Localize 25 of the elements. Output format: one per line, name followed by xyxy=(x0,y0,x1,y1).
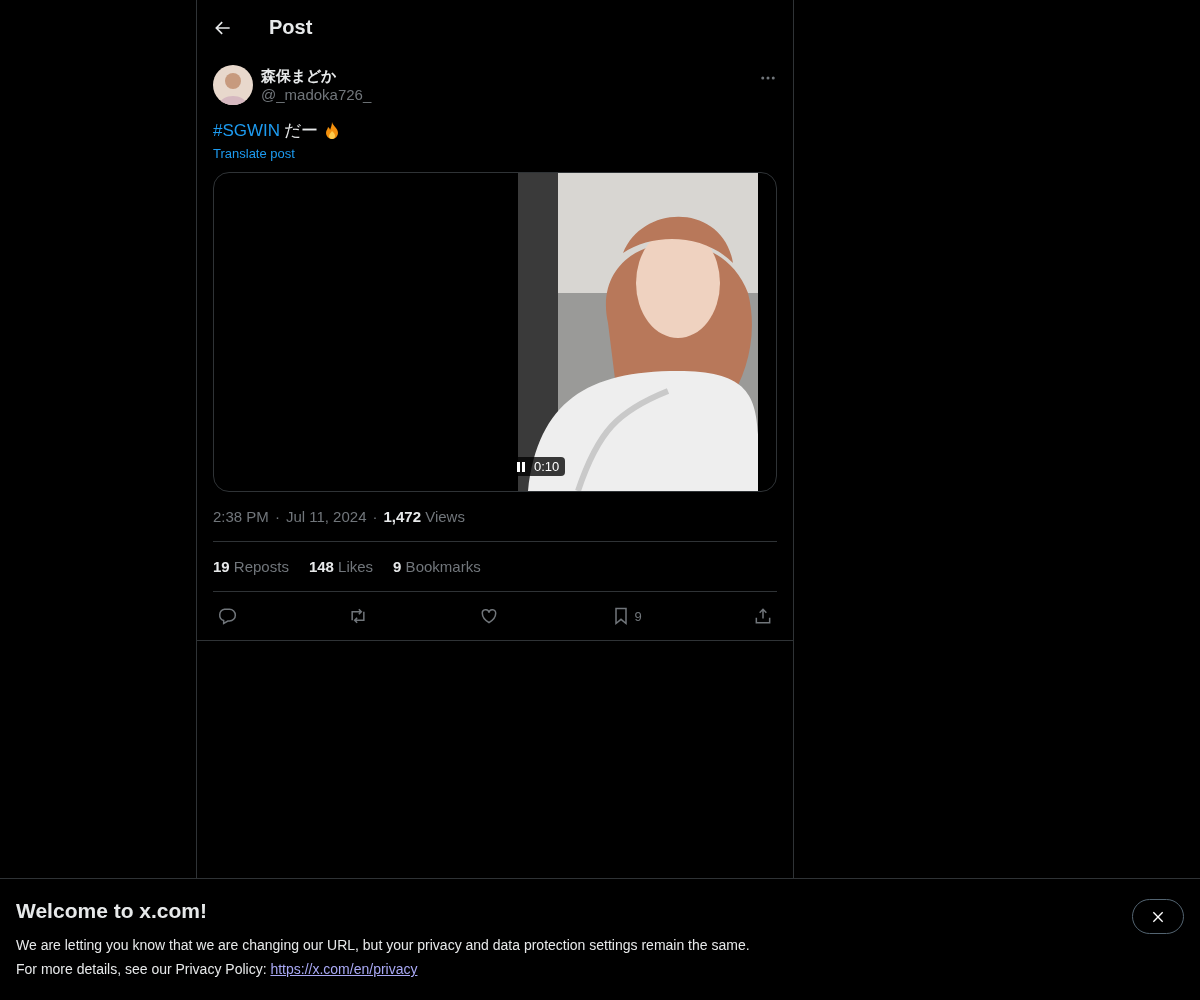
pause-icon[interactable] xyxy=(516,461,526,472)
banner-title: Welcome to x.com! xyxy=(16,899,207,923)
avatar[interactable] xyxy=(213,65,253,105)
stat-link[interactable]: 9 Bookmarks xyxy=(393,558,481,575)
hashtag-link[interactable]: #SGWIN xyxy=(213,120,281,141)
separator-dot: · xyxy=(274,508,280,525)
close-button[interactable] xyxy=(1132,899,1184,934)
post-text: だー xyxy=(284,120,319,142)
stat-link[interactable]: 19 Reposts xyxy=(213,558,289,575)
privacy-link[interactable]: https://x.com/en/privacy xyxy=(270,961,418,977)
reply-icon xyxy=(217,606,237,626)
translate-link[interactable]: Translate post xyxy=(213,146,295,161)
page-title: Post xyxy=(269,16,313,39)
separator-dot: · xyxy=(372,508,378,525)
banner-message: We are letting you know that we are changing our URL, but your privacy and data protection settings remain the same. xyxy=(16,937,751,953)
view-count: 1,472 Views xyxy=(383,508,465,525)
video-player[interactable]: 0:10 xyxy=(213,172,777,492)
bookmark-button[interactable]: 9 xyxy=(606,606,646,626)
post-time: 2:38 PM xyxy=(213,508,269,525)
display-name[interactable]: 森保まどか xyxy=(261,67,751,86)
post-date: Jul 11, 2024 xyxy=(285,508,367,525)
share-icon xyxy=(753,606,773,626)
user-handle[interactable]: @_madoka726_ xyxy=(261,86,751,103)
stat-link[interactable]: 148 Likes xyxy=(308,558,374,575)
banner-message: For more details, see our Privacy Policy: https://x.com/en/privacy xyxy=(16,961,419,977)
